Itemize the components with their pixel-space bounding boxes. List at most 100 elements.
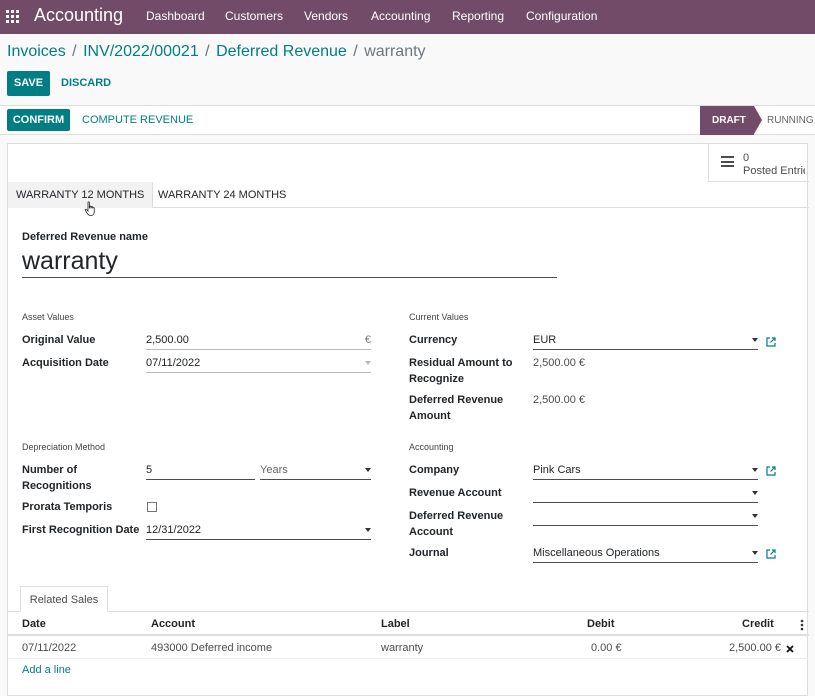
currency-select[interactable]: EUR	[533, 332, 758, 350]
deferred-revenue-account-label-line1: Deferred Revenue	[409, 510, 504, 522]
prorata-temporis-checkbox[interactable]	[147, 502, 157, 512]
external-link-icon[interactable]	[766, 549, 776, 559]
first-recognition-date-label: First Recognition Date	[22, 524, 140, 536]
list-icon	[721, 156, 734, 167]
posted-entries-count: 0	[743, 152, 750, 164]
first-recognition-date-text: 12/31/2022	[146, 524, 202, 536]
journal-select[interactable]: Miscellaneous Operations	[533, 545, 758, 563]
residual-amount-value: 2,500.00 €	[533, 357, 585, 369]
acquisition-date-label: Acquisition Date	[22, 357, 109, 369]
chevron-down-icon	[752, 514, 758, 518]
column-header-account[interactable]: Account	[151, 618, 195, 630]
row-label: warranty	[381, 642, 424, 654]
prorata-temporis-label: Prorata Temporis	[22, 501, 113, 513]
period-select[interactable]: Years	[260, 462, 371, 480]
notebook-divider	[8, 611, 809, 612]
deferred-revenue-account-select[interactable]	[533, 508, 758, 526]
row-debit: 0.00 €	[591, 642, 622, 654]
company-value: Pink Cars	[533, 464, 581, 476]
table-header-divider	[8, 634, 809, 636]
apps-menu-icon[interactable]	[6, 10, 19, 23]
revenue-account-select[interactable]	[533, 485, 758, 503]
depreciation-method-title: Depreciation Method	[22, 442, 106, 452]
delete-row-icon[interactable]	[786, 645, 794, 653]
number-of-recognitions-label-line1: Number of	[22, 464, 77, 476]
row-date: 07/11/2022	[22, 642, 77, 654]
nav-configuration[interactable]: Configuration	[526, 9, 597, 23]
deferred-revenue-amount-value: 2,500.00 €	[533, 394, 585, 406]
breadcrumb-invoices[interactable]: Invoices	[7, 43, 66, 60]
deferred-revenue-account-label: Deferred Revenue Account	[409, 508, 529, 540]
breadcrumb-separator: /	[353, 43, 358, 60]
journal-label: Journal	[409, 547, 449, 559]
compute-revenue-button[interactable]: COMPUTE REVENUE	[82, 114, 193, 126]
currency-symbol: €	[364, 334, 371, 346]
journal-value: Miscellaneous Operations	[533, 547, 660, 559]
chevron-down-icon	[752, 468, 758, 472]
top-navbar: Accounting Dashboard Customers Vendors A…	[0, 0, 815, 34]
save-button[interactable]: SAVE	[7, 71, 50, 96]
breadcrumb-current: warranty	[364, 43, 426, 60]
breadcrumb-separator: /	[72, 43, 77, 60]
deferred-revenue-name-input[interactable]: warranty	[22, 246, 557, 278]
deferred-revenue-amount-label: Deferred Revenue Amount	[409, 392, 529, 424]
number-of-recognitions-input[interactable]: 5	[146, 462, 255, 480]
column-header-credit[interactable]: Credit	[742, 618, 774, 630]
nav-accounting[interactable]: Accounting	[371, 9, 430, 23]
chevron-down-icon	[752, 338, 758, 342]
nav-reporting[interactable]: Reporting	[452, 9, 504, 23]
breadcrumb: Invoices / INV/2022/00021 / Deferred Rev…	[7, 43, 426, 61]
acquisition-date-input[interactable]: 07/11/2022	[146, 355, 371, 373]
column-header-label[interactable]: Label	[381, 618, 410, 630]
column-header-debit[interactable]: Debit	[587, 618, 615, 630]
hand-pointer-cursor-icon	[84, 201, 95, 216]
row-account: 493000 Deferred income	[151, 642, 273, 654]
column-header-date[interactable]: Date	[22, 618, 46, 630]
posted-entries-label: Posted Entries	[743, 165, 805, 177]
chevron-down-icon	[752, 491, 758, 495]
asset-values-title: Asset Values	[22, 312, 74, 322]
discard-button[interactable]: DISCARD	[61, 77, 111, 89]
tab-warranty-12-months[interactable]: WARRANTY 12 MONTHS	[8, 182, 154, 208]
chevron-down-icon	[365, 528, 371, 532]
number-of-recognitions-label: Number of Recognitions	[22, 462, 142, 494]
company-label: Company	[409, 464, 460, 476]
row-divider	[8, 658, 809, 659]
breadcrumb-deferred-revenue[interactable]: Deferred Revenue	[216, 43, 347, 60]
chevron-down-icon	[365, 361, 371, 365]
nav-dashboard[interactable]: Dashboard	[146, 9, 205, 23]
deferred-revenue-account-label-line2: Account	[409, 526, 453, 538]
revenue-account-label: Revenue Account	[409, 487, 502, 499]
currency-label: Currency	[409, 334, 458, 346]
nav-vendors[interactable]: Vendors	[304, 9, 348, 23]
name-label: Deferred Revenue name	[22, 231, 148, 243]
chevron-down-icon	[752, 551, 758, 555]
external-link-icon[interactable]	[766, 466, 776, 476]
column-options-icon[interactable]	[800, 619, 804, 631]
company-select[interactable]: Pink Cars	[533, 462, 758, 480]
tab-warranty-24-months[interactable]: WARRANTY 24 MONTHS	[150, 182, 294, 208]
tab-related-sales[interactable]: Related Sales	[20, 586, 108, 612]
original-value-text: 2,500.00	[146, 334, 189, 346]
add-a-line-link[interactable]: Add a line	[22, 664, 71, 676]
residual-amount-label: Residual Amount to Recognize	[409, 355, 529, 387]
number-of-recognitions-label-line2: Recognitions	[22, 480, 92, 492]
currency-value: EUR	[533, 334, 557, 346]
form-sheet: 0 Posted Entries WARRANTY 12 MONTHS WARR…	[7, 143, 809, 696]
original-value-label: Original Value	[22, 334, 96, 346]
nav-customers[interactable]: Customers	[225, 9, 283, 23]
form-statusbar: CONFIRM COMPUTE REVENUE DRAFT RUNNING	[0, 105, 815, 135]
breadcrumb-invoice[interactable]: INV/2022/00021	[83, 43, 199, 60]
app-title[interactable]: Accounting	[34, 5, 123, 26]
model-tabs: WARRANTY 12 MONTHS WARRANTY 24 MONTHS	[8, 182, 809, 208]
confirm-button[interactable]: CONFIRM	[7, 109, 70, 131]
stage-running[interactable]: RUNNING	[767, 115, 814, 126]
external-link-icon[interactable]	[766, 337, 776, 347]
stage-draft: DRAFT	[700, 106, 762, 135]
acquisition-date-text: 07/11/2022	[146, 357, 201, 369]
period-value: Years	[260, 464, 288, 476]
breadcrumb-separator: /	[205, 43, 210, 60]
posted-entries-smart-button[interactable]: 0 Posted Entries	[708, 144, 809, 182]
original-value-input[interactable]: 2,500.00 €	[146, 332, 371, 350]
first-recognition-date-input[interactable]: 12/31/2022	[146, 522, 371, 540]
